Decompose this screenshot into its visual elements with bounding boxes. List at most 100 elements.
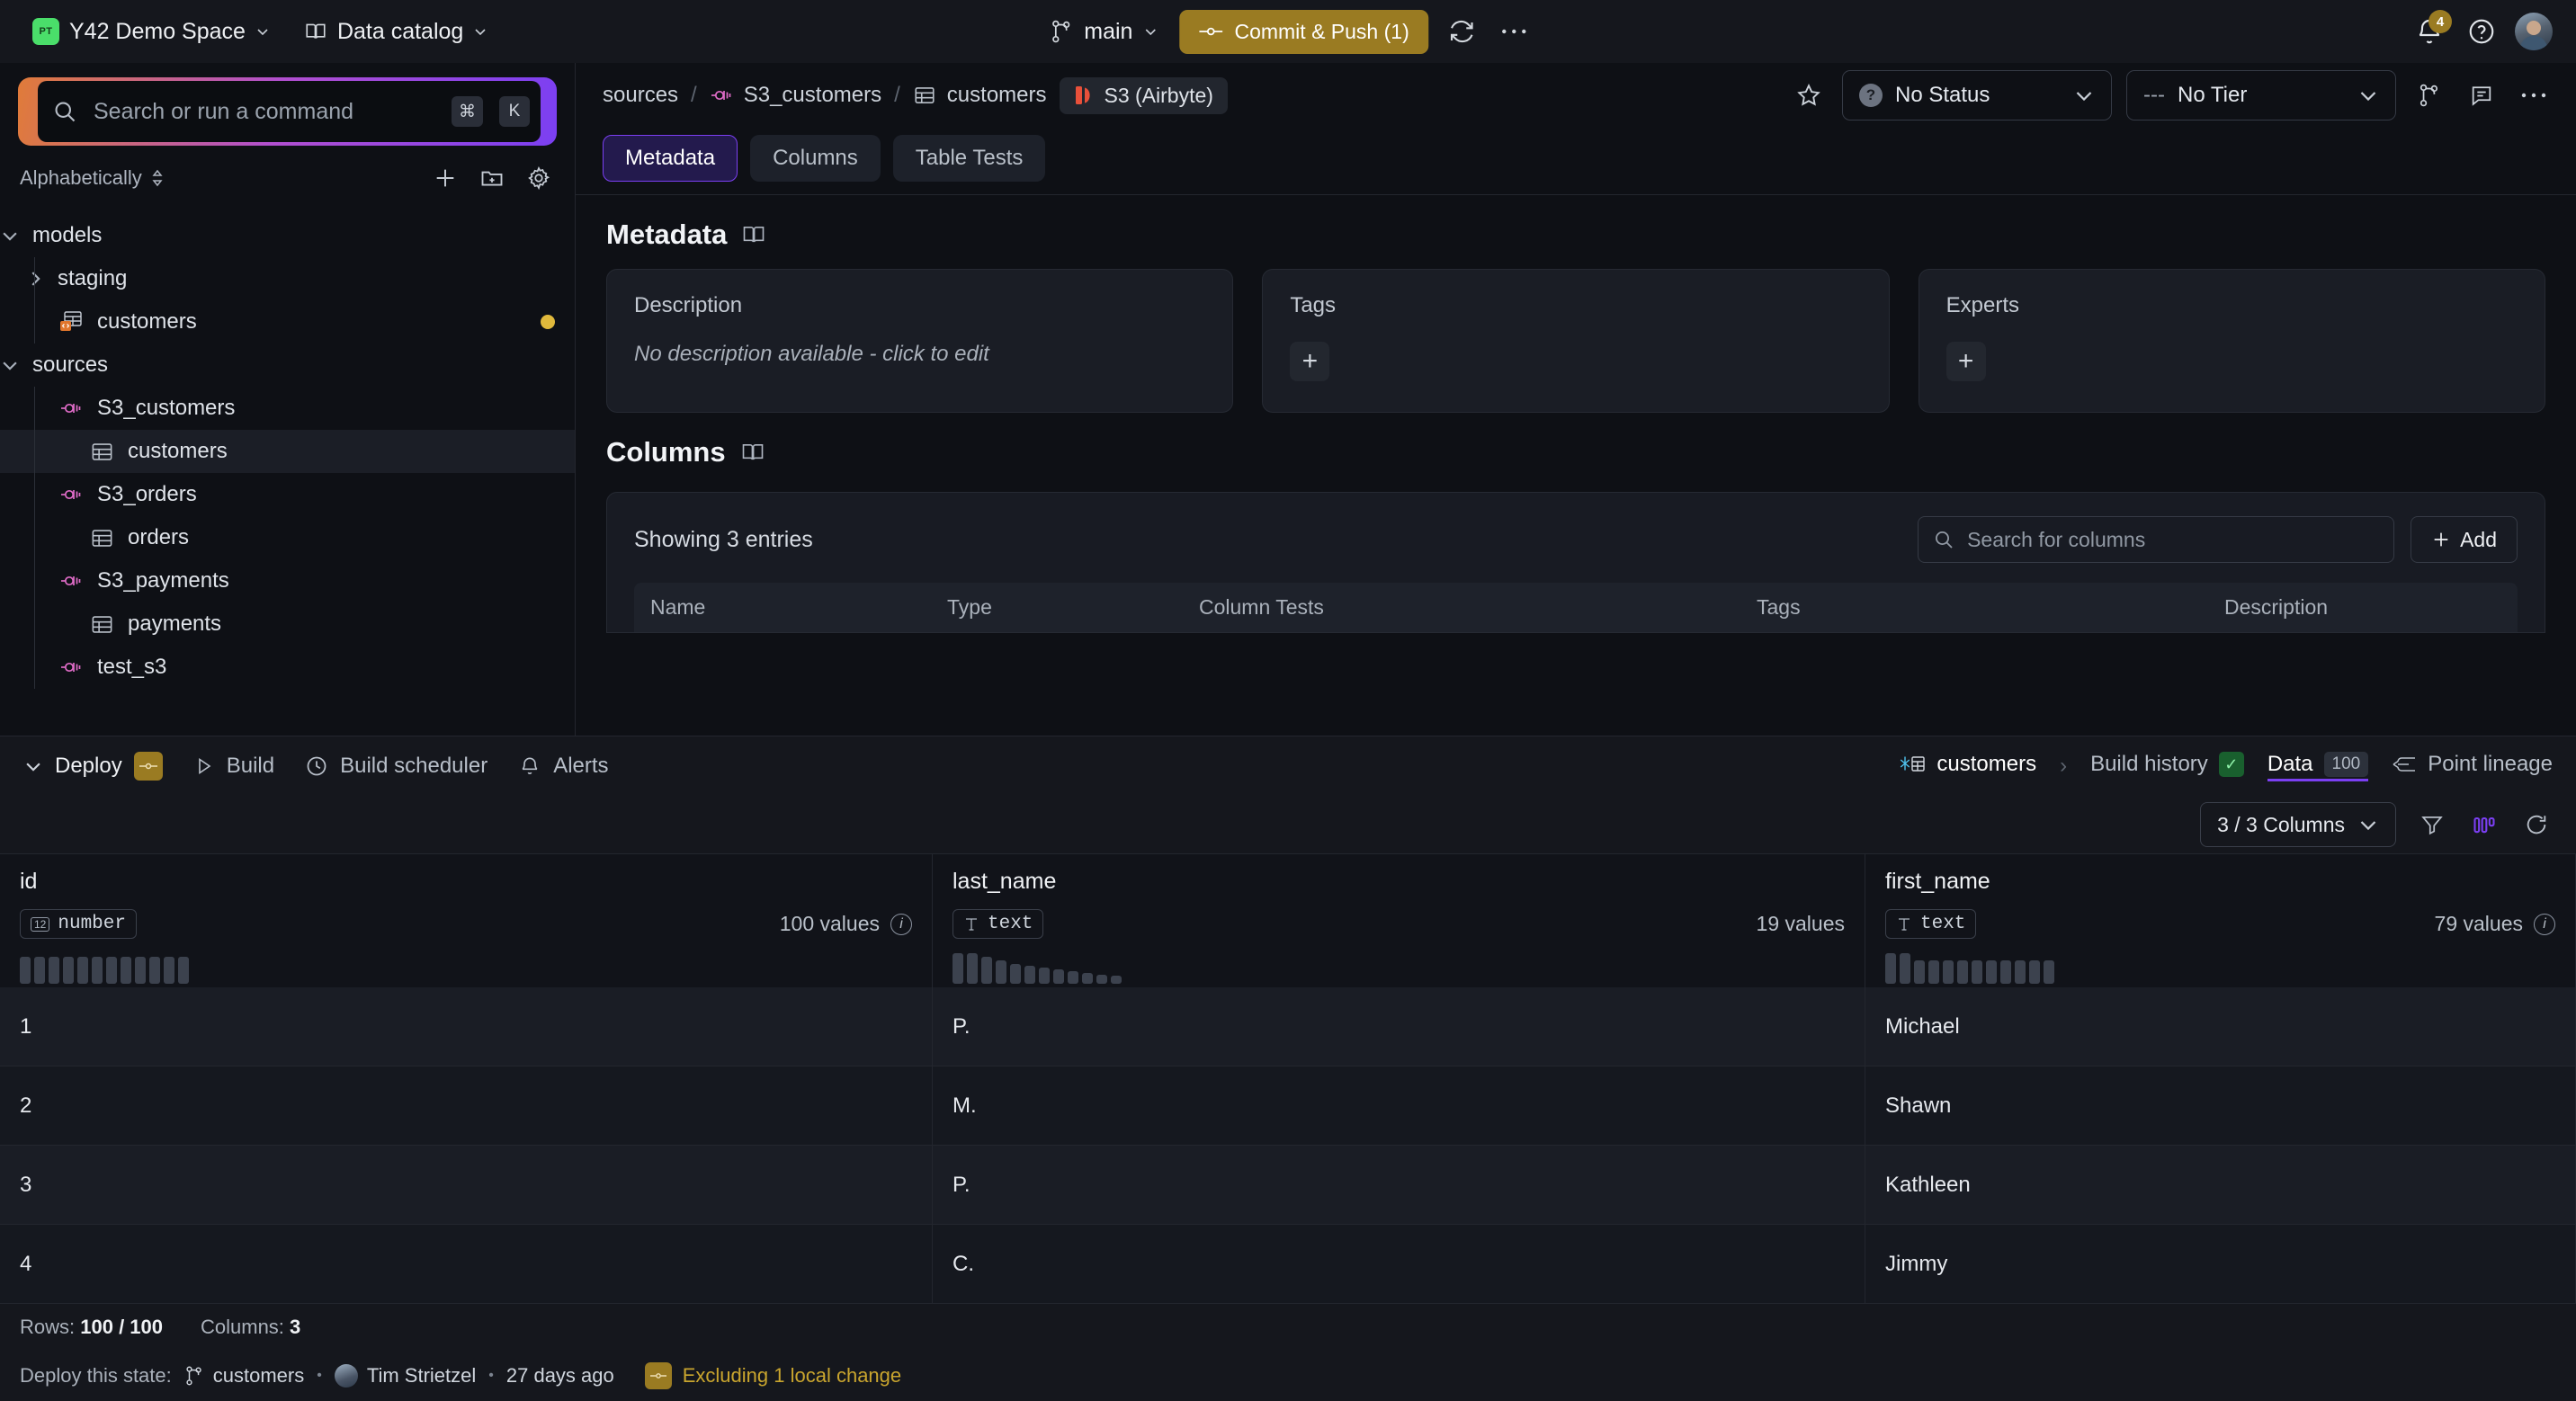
- tree-item-customers[interactable]: customers: [0, 430, 575, 473]
- tab-data[interactable]: Data 100: [2267, 751, 2369, 781]
- tree-item-orders[interactable]: orders: [0, 516, 575, 559]
- columns-visibility-selector[interactable]: 3 / 3 Columns: [2200, 802, 2396, 847]
- breadcrumb-table[interactable]: customers: [913, 83, 1047, 108]
- columns-header-name: Name: [650, 595, 706, 619]
- deploy-branch[interactable]: customers: [184, 1364, 304, 1388]
- bottom-asset-name[interactable]: customers: [1899, 752, 2036, 781]
- alerts-button[interactable]: Alerts: [518, 754, 609, 779]
- deploy-button[interactable]: Deploy: [23, 752, 163, 781]
- metadata-cards: Description No description available - c…: [576, 269, 2576, 413]
- grid-row[interactable]: 3 P. Kathleen: [0, 1146, 2576, 1225]
- columns-search-input[interactable]: Search for columns: [1918, 516, 2395, 563]
- favorite-button[interactable]: [1790, 76, 1828, 114]
- histogram-bar: [1111, 976, 1122, 984]
- tree-item-s3-payments[interactable]: S3_payments: [0, 559, 575, 602]
- grid-column-header-id[interactable]: id 12 number 100 values i: [0, 854, 933, 987]
- tree-item-sources[interactable]: sources: [0, 344, 575, 387]
- grid-cell-id[interactable]: 1: [0, 987, 933, 1066]
- more-options-button[interactable]: [1496, 13, 1534, 50]
- grid-row[interactable]: 1 P. Michael: [0, 987, 2576, 1066]
- add-expert-button[interactable]: +: [1945, 342, 1986, 381]
- grid-column-header-last_name[interactable]: last_name text 19 values: [933, 854, 1865, 987]
- histogram-bar: [121, 957, 131, 984]
- description-empty-text[interactable]: No description available - click to edit: [634, 342, 1205, 367]
- tree-item-models[interactable]: models: [0, 214, 575, 257]
- add-asset-button[interactable]: [429, 162, 461, 194]
- chevron-right-icon[interactable]: [25, 269, 45, 289]
- grid-cell-first_name[interactable]: Jimmy: [1865, 1225, 2576, 1304]
- search-input[interactable]: Search or run a command: [94, 99, 435, 125]
- filter-button[interactable]: [2416, 808, 2448, 841]
- grid-cell-id[interactable]: 4: [0, 1225, 933, 1304]
- book-icon: [306, 23, 326, 39]
- grid-cell-first_name[interactable]: Michael: [1865, 987, 2576, 1066]
- column-info-icon[interactable]: i: [890, 913, 912, 935]
- add-tag-button[interactable]: +: [1290, 342, 1330, 381]
- more-options-button[interactable]: [2515, 76, 2553, 114]
- tree-guide-line: [34, 602, 35, 646]
- tree-item-staging[interactable]: staging: [0, 257, 575, 300]
- chevron-down-icon[interactable]: [0, 355, 20, 375]
- commit-and-push-button[interactable]: Commit & Push (1): [1179, 9, 1429, 54]
- sidebar-settings-button[interactable]: [523, 162, 555, 194]
- add-column-button[interactable]: Add: [2411, 516, 2518, 563]
- gear-icon: [528, 165, 550, 191]
- tree-item-customers[interactable]: customers: [0, 300, 575, 344]
- alerts-label: Alerts: [553, 754, 609, 778]
- build-button[interactable]: Build: [193, 754, 274, 779]
- branch-icon: [1052, 20, 1070, 43]
- breadcrumb-root[interactable]: sources: [603, 83, 678, 108]
- notifications-button[interactable]: 4: [2411, 10, 2452, 50]
- tree-item-payments[interactable]: payments: [0, 602, 575, 646]
- column-stats-button[interactable]: [2468, 808, 2500, 841]
- tab-columns[interactable]: Columns: [750, 135, 881, 182]
- refresh-button[interactable]: [1444, 13, 1481, 50]
- user-avatar[interactable]: [2515, 13, 2553, 50]
- plus-icon: [2434, 532, 2448, 547]
- clock-icon: [307, 756, 326, 776]
- data-catalog-switcher[interactable]: Data catalog: [295, 13, 496, 50]
- refresh-icon: [2527, 815, 2546, 834]
- separator-dot: •: [317, 1368, 322, 1383]
- excluding-local-change[interactable]: Excluding 1 local change: [644, 1362, 901, 1389]
- description-card[interactable]: Description No description available - c…: [606, 269, 1234, 413]
- tree-item-test-s3[interactable]: test_s3: [0, 646, 575, 689]
- refresh-data-button[interactable]: [2520, 808, 2553, 841]
- build-scheduler-button[interactable]: Build scheduler: [305, 754, 487, 779]
- breadcrumb-source[interactable]: S3_customers: [710, 83, 881, 108]
- grid-column-header-first_name[interactable]: first_name text 79 values i: [1865, 854, 2576, 987]
- column-info-icon[interactable]: i: [2534, 913, 2555, 935]
- branch-selector[interactable]: main: [1042, 13, 1165, 50]
- space-avatar: PT: [32, 18, 59, 45]
- tab-metadata[interactable]: Metadata: [603, 135, 738, 182]
- histogram-bar: [1914, 960, 1925, 984]
- column-values-label: 79 values: [2434, 912, 2523, 935]
- comments-button[interactable]: [2463, 76, 2500, 114]
- status-selector[interactable]: ? No Status: [1842, 70, 2112, 120]
- chevron-down-icon[interactable]: [0, 226, 20, 245]
- grid-row[interactable]: 4 C. Jimmy: [0, 1225, 2576, 1304]
- tree-item-s3-customers[interactable]: S3_customers: [0, 387, 575, 430]
- space-switcher[interactable]: PT Y42 Demo Space: [23, 13, 279, 50]
- grid-cell-id[interactable]: 2: [0, 1066, 933, 1146]
- tab-table-tests[interactable]: Table Tests: [892, 135, 1046, 182]
- tree-item-s3-orders[interactable]: S3_orders: [0, 473, 575, 516]
- grid-cell-last_name[interactable]: P.: [933, 1146, 1865, 1225]
- grid-cell-id[interactable]: 3: [0, 1146, 933, 1225]
- connector-chip[interactable]: S3 (Airbyte): [1059, 76, 1228, 114]
- grid-row[interactable]: 2 M. Shawn: [0, 1066, 2576, 1146]
- grid-cell-last_name[interactable]: P.: [933, 987, 1865, 1066]
- column-type-chip: text: [1885, 909, 1977, 939]
- grid-cell-last_name[interactable]: M.: [933, 1066, 1865, 1146]
- tier-selector[interactable]: --- No Tier: [2126, 70, 2396, 120]
- sort-order-selector[interactable]: Alphabetically: [20, 166, 165, 190]
- grid-cell-first_name[interactable]: Kathleen: [1865, 1146, 2576, 1225]
- search-box[interactable]: Search or run a command ⌘ K: [18, 77, 557, 146]
- grid-cell-first_name[interactable]: Shawn: [1865, 1066, 2576, 1146]
- tab-build-history[interactable]: Build history ✓: [2090, 752, 2244, 781]
- help-button[interactable]: [2463, 13, 2500, 50]
- lineage-button[interactable]: [2411, 76, 2448, 114]
- grid-cell-last_name[interactable]: C.: [933, 1225, 1865, 1304]
- tab-point-lineage[interactable]: Point lineage: [2392, 752, 2553, 781]
- add-folder-button[interactable]: [476, 162, 508, 194]
